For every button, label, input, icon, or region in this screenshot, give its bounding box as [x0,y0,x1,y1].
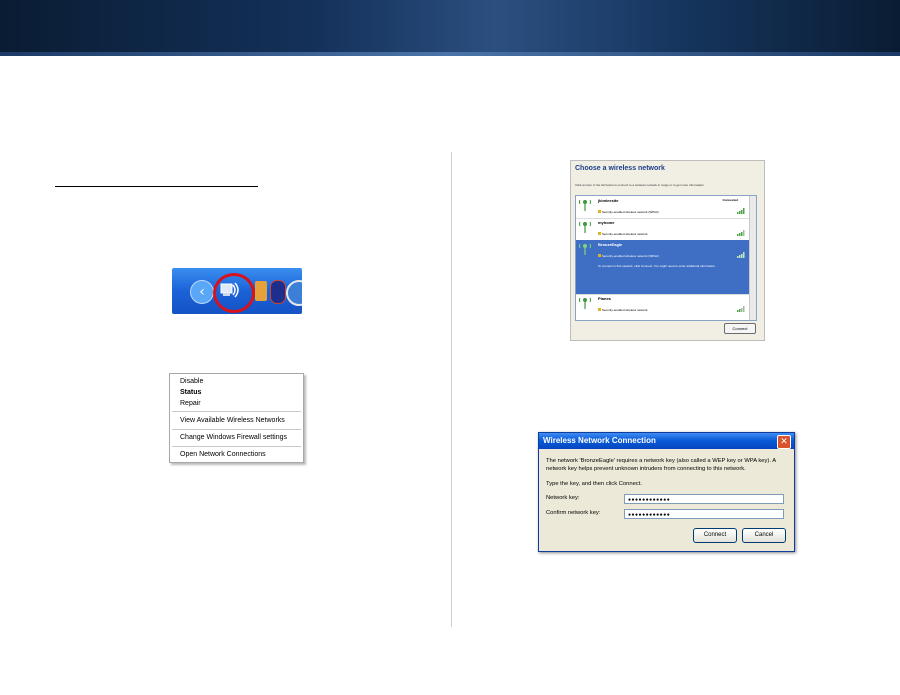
bluetooth-icon[interactable] [270,280,286,304]
wireless-key-dialog: Wireless Network Connection ✕ The networ… [538,432,795,552]
network-name: myhome [598,220,615,225]
confirm-key-field[interactable]: ●●●●●●●●●●●● [624,509,784,519]
highlight-circle [213,273,255,313]
network-security: Security-enabled wireless network (WPA2) [602,254,659,258]
network-item[interactable]: myhome Security-enabled wireless network [576,218,750,241]
signal-strength-icon [737,252,745,258]
network-security: Security-enabled wireless network (WPA2) [602,210,659,214]
column-divider [451,152,452,627]
taskbar-notification-area: ‹ [172,268,302,314]
header-banner [0,0,900,56]
network-key-field[interactable]: ●●●●●●●●●●●● [624,494,784,504]
menu-item-view-available-networks[interactable]: View Available Wireless Networks [180,417,285,424]
signal-strength-icon [737,306,745,312]
network-item[interactable]: jkimleesite Connected Security-enabled w… [576,196,750,219]
network-name: jkimleesite [598,198,619,203]
network-list-scrollbar[interactable] [749,196,756,320]
menu-separator [172,411,301,412]
antenna-icon [579,199,591,211]
network-status: Connected [722,198,738,202]
menu-item-open-network-connections[interactable]: Open Network Connections [180,451,266,458]
dialog-message: The network 'BronzeEagle' requires a net… [546,458,776,472]
network-item-selected[interactable]: BronzeEagle Security-enabled wireless ne… [576,240,750,295]
speaker-icon[interactable] [255,281,267,301]
menu-separator [172,429,301,430]
antenna-icon [579,297,591,309]
choose-wireless-network-window: Choose a wireless network Click an item … [570,160,765,341]
confirm-key-label: Confirm network key: [546,510,601,516]
section-heading-rule [55,186,258,187]
network-list[interactable]: jkimleesite Connected Security-enabled w… [575,195,757,321]
wireless-context-menu: Disable Status Repair View Available Wir… [169,373,304,463]
network-key-label: Network key: [546,495,580,501]
signal-strength-icon [737,230,745,236]
choose-network-hint: Click an item in the list below to conne… [575,183,705,187]
lock-icon [598,232,601,235]
dialog-titlebar[interactable]: Wireless Network Connection ✕ [539,433,794,449]
lock-icon [598,254,601,257]
dialog-connect-button[interactable]: Connect [693,528,737,543]
network-security: Security-enabled wireless network [602,232,648,236]
lock-icon [598,308,601,311]
antenna-icon [579,243,591,255]
security-alert-icon[interactable] [286,280,302,306]
expand-tray-icon[interactable]: ‹ [190,280,214,304]
antenna-icon [579,221,591,233]
menu-item-status[interactable]: Status [180,389,201,396]
menu-separator [172,446,301,447]
close-icon[interactable]: ✕ [777,435,791,449]
network-name: Planes [598,296,611,301]
network-security: Security-enabled wireless network [602,308,648,312]
menu-item-repair[interactable]: Repair [180,400,201,407]
signal-strength-icon [737,208,745,214]
network-description: To connect to this network, click Connec… [598,264,716,268]
dialog-cancel-button[interactable]: Cancel [742,528,786,543]
menu-item-disable[interactable]: Disable [180,378,203,385]
menu-item-change-firewall-settings[interactable]: Change Windows Firewall settings [180,434,287,441]
network-name: BronzeEagle [598,242,623,247]
network-item[interactable]: Planes Security-enabled wireless network [576,294,750,320]
dialog-prompt: Type the key, and then click Connect. [546,481,642,487]
connect-button[interactable]: Connect [724,323,756,334]
choose-network-title: Choose a wireless network [575,165,665,172]
dialog-title: Wireless Network Connection [543,436,656,445]
lock-icon [598,210,601,213]
